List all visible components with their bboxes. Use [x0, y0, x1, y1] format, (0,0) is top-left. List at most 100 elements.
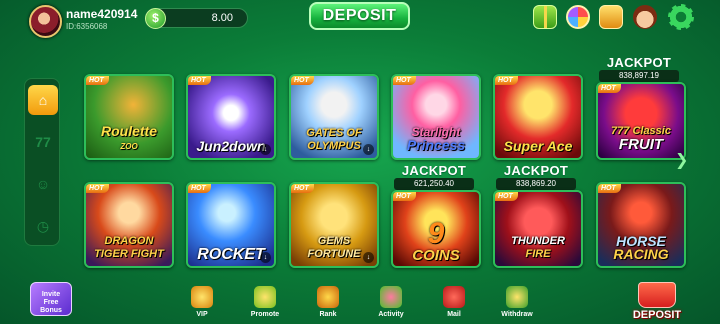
nav-mail[interactable]: Mail — [432, 286, 476, 318]
game-title: THUNDER FIRE — [497, 235, 579, 261]
download-icon[interactable]: ↓ — [363, 252, 374, 263]
jackpot-banner: JACKPOT 838,869.20 — [493, 163, 579, 190]
download-icon[interactable]: ↓ — [363, 144, 374, 155]
nav-promote[interactable]: Promote — [243, 286, 287, 318]
party-popper-icon — [380, 286, 402, 308]
game-title-text: 9 — [427, 217, 445, 250]
hot-badge: HOT — [86, 76, 109, 85]
sidebar-item-recent[interactable]: ◷ — [28, 211, 58, 241]
top-bar: name420914 ID:6356068 $ 8.00 DEPOSIT — [0, 0, 720, 38]
home-icon: ⌂ — [38, 92, 48, 108]
hot-badge: HOT — [291, 76, 314, 85]
game-title-text: Super Ace — [503, 138, 573, 154]
jackpot-banner: JACKPOT 621,250.40 — [391, 163, 477, 190]
game-title: Starlight Princess — [395, 126, 477, 153]
jackpot-label: JACKPOT — [503, 163, 569, 178]
game-subtitle: Princess — [406, 137, 466, 153]
people-icon: ☺ — [35, 176, 51, 192]
game-subtitle: FRUIT — [618, 136, 664, 153]
jackpot-banner: JACKPOT 838,897.19 — [596, 55, 682, 82]
coins-icon — [254, 286, 276, 308]
game-subtitle: FIRE — [525, 248, 551, 260]
download-icon[interactable]: ↓ — [260, 144, 271, 155]
lucky-wheel-icon[interactable] — [566, 5, 590, 29]
game-title: HORSE RACING — [600, 234, 682, 262]
game-card-rocket[interactable]: HOT ROCKET ↓ — [186, 182, 276, 268]
game-card-777-classic-fruit[interactable]: HOT 777 Classic FRUIT — [596, 82, 686, 160]
game-title: 777 Classic FRUIT — [600, 125, 682, 153]
game-card-dragon-tiger-fight[interactable]: HOT DRAGON TIGER FIGHT — [84, 182, 174, 268]
download-icon[interactable]: ↓ — [260, 252, 271, 263]
game-subtitle: FORTUNE — [307, 248, 361, 260]
puzzle-icon[interactable] — [599, 5, 623, 29]
mailbox-icon — [443, 286, 465, 308]
nav-label: VIP — [196, 311, 208, 318]
sidebar-item-home[interactable]: ⌂ — [28, 85, 58, 115]
user-id: ID:6356068 — [66, 22, 108, 31]
deposit-cart-button[interactable]: DEPOSIT — [622, 282, 692, 322]
sidebar-item-live[interactable]: ☺ — [28, 169, 58, 199]
game-card-9-coins[interactable]: HOT 9 COINS — [391, 190, 481, 268]
game-title-text: GEMS — [317, 235, 351, 247]
hot-badge: HOT — [188, 184, 211, 193]
bottom-nav: VIP Promote Rank Activity Mail Withdraw — [0, 284, 720, 324]
nav-vip[interactable]: VIP — [180, 286, 224, 318]
nav-label: Promote — [250, 311, 280, 318]
balance-display[interactable]: $ 8.00 — [145, 8, 248, 29]
game-subtitle: TIGER FIGHT — [94, 248, 164, 260]
nav-activity[interactable]: Activity — [369, 286, 413, 318]
hot-badge: HOT — [495, 76, 518, 85]
nav-label: Withdraw — [501, 311, 533, 318]
game-title-text: Roulette — [101, 123, 157, 139]
nav-label: Mail — [447, 311, 461, 318]
hot-badge: HOT — [291, 184, 314, 193]
game-title-text: DRAGON — [104, 235, 154, 247]
nav-rank[interactable]: Rank — [306, 286, 350, 318]
game-card-gems-fortune[interactable]: HOT GEMS FORTUNE ↓ — [289, 182, 379, 268]
settings-gear-icon[interactable] — [668, 4, 694, 30]
game-subtitle: COINS — [412, 247, 460, 264]
game-title-text: ROCKET — [197, 246, 265, 263]
game-subtitle: OLYMPUS — [307, 140, 361, 152]
game-title-text: THUNDER — [511, 235, 565, 247]
crown-icon — [191, 286, 213, 308]
username: name420914 — [66, 7, 138, 21]
game-card-thunder-fire[interactable]: HOT THUNDER FIRE — [493, 190, 583, 268]
user-avatar[interactable] — [29, 5, 62, 38]
hot-badge: HOT — [495, 192, 518, 201]
game-subtitle: RACING — [613, 246, 669, 262]
game-card-horse-racing[interactable]: HOT HORSE RACING — [596, 182, 686, 268]
game-card-jun2down[interactable]: HOT Jun2down ↓ — [186, 74, 276, 160]
scroll-right-arrow-icon[interactable]: ❯ — [675, 150, 688, 170]
trophy-icon — [317, 286, 339, 308]
game-card-gates-of-olympus[interactable]: HOT GATES OF OLYMPUS ↓ — [289, 74, 379, 160]
balance-value: 8.00 — [211, 12, 233, 24]
game-title: 9 COINS — [395, 217, 477, 264]
hot-badge: HOT — [393, 76, 416, 85]
jackpot-value: 838,897.19 — [599, 70, 679, 82]
hot-badge: HOT — [598, 184, 621, 193]
game-title: Roulette ZOO — [88, 123, 170, 153]
shopping-cart-icon — [638, 282, 676, 308]
withdraw-coin-icon — [506, 286, 528, 308]
deposit-cart-label: DEPOSIT — [632, 309, 682, 321]
hot-badge: HOT — [393, 192, 416, 201]
category-sidebar: ⌂ 77 ☺ ◷ — [24, 78, 60, 246]
game-card-super-ace[interactable]: HOT Super Ace — [493, 74, 583, 160]
nav-label: Rank — [319, 311, 337, 318]
nav-withdraw[interactable]: Withdraw — [495, 286, 539, 318]
jackpot-label: JACKPOT — [606, 55, 672, 70]
game-title: DRAGON TIGER FIGHT — [88, 235, 170, 261]
game-subtitle: ZOO — [120, 142, 138, 151]
deposit-button[interactable]: DEPOSIT — [309, 2, 410, 30]
game-title-text: GATES OF — [306, 127, 362, 139]
gift-icon[interactable] — [533, 5, 557, 29]
jackpot-value: 621,250.40 — [394, 178, 474, 190]
jackpot-value: 838,869.20 — [496, 178, 576, 190]
game-card-starlight-princess[interactable]: HOT Starlight Princess — [391, 74, 481, 160]
jackpot-label: JACKPOT — [401, 163, 467, 178]
game-card-roulette-zoo[interactable]: HOT Roulette ZOO — [84, 74, 174, 160]
hot-badge: HOT — [86, 184, 109, 193]
support-avatar-icon[interactable] — [633, 5, 657, 29]
sidebar-item-slots[interactable]: 77 — [28, 127, 58, 157]
